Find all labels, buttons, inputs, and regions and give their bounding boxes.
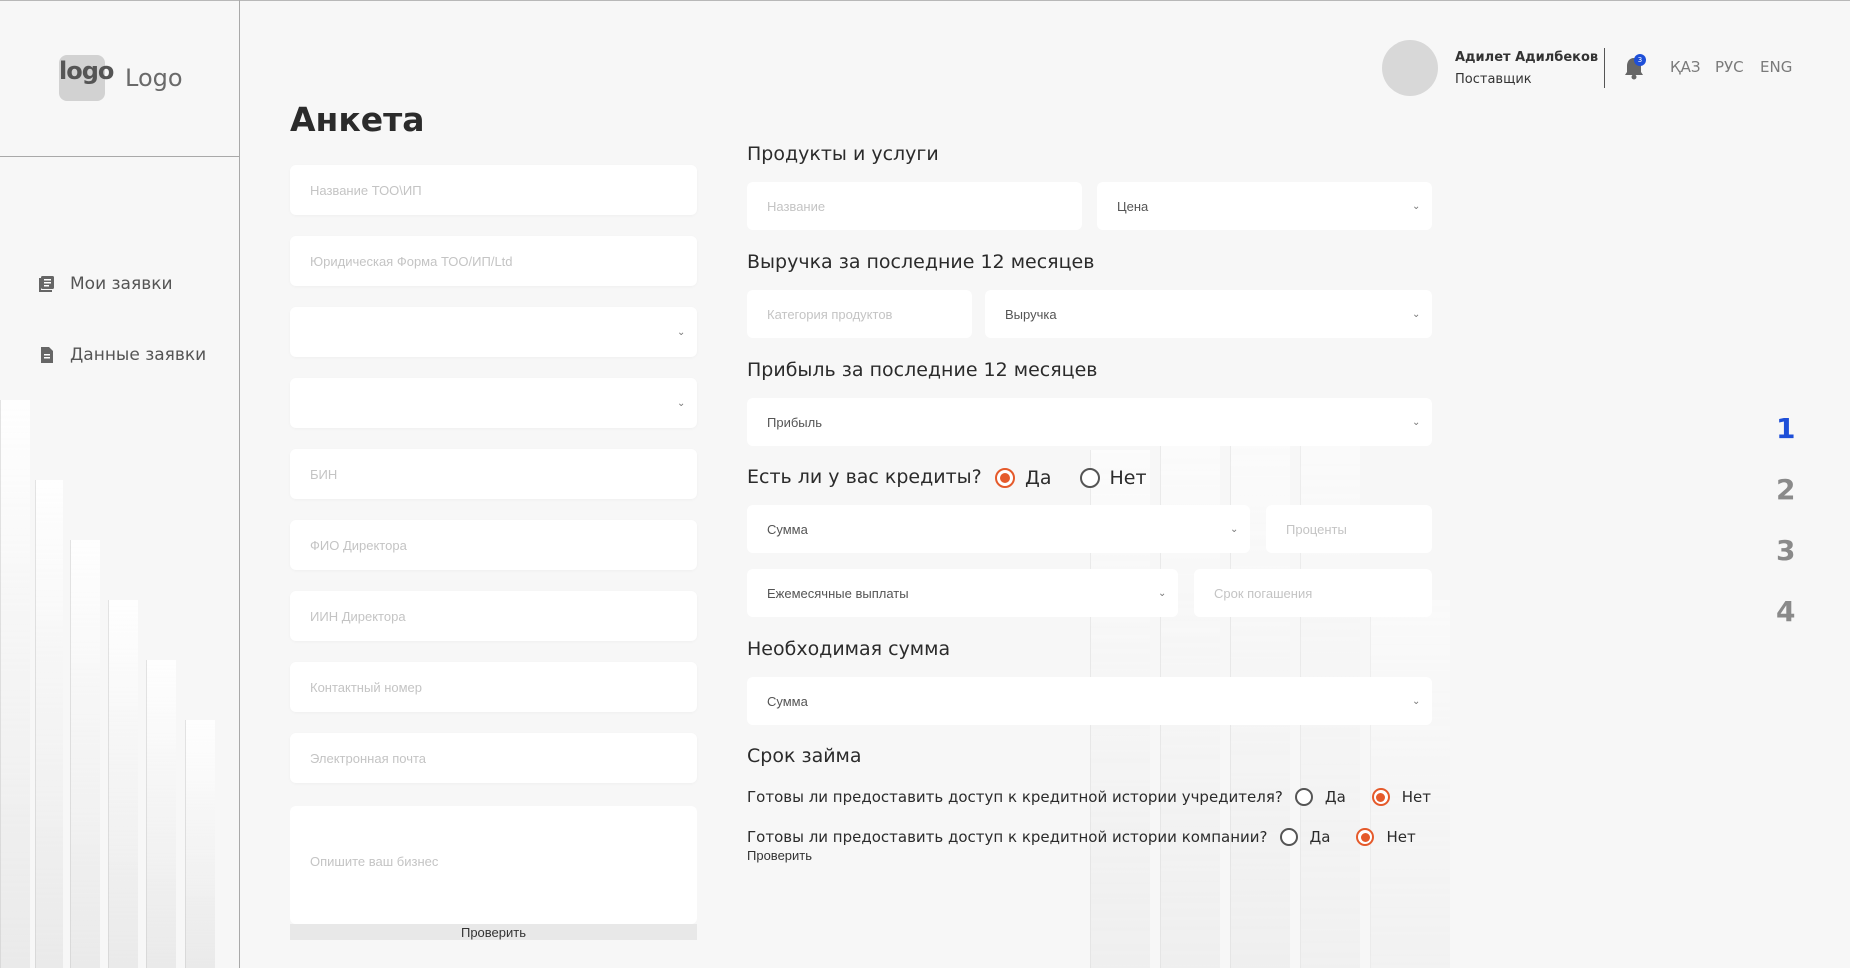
founder-yes-label: Да [1324,788,1346,806]
company-yes-label: Да [1309,828,1331,846]
company-history-question: Готовы ли предоставить доступ к кредитно… [747,828,1430,846]
phone-input[interactable] [310,679,697,695]
step-2[interactable]: 2 [1776,473,1795,506]
chevron-down-icon: ⌄ [1230,524,1239,535]
question-text: Готовы ли предоставить доступ к кредитно… [747,788,1283,806]
select-field-1[interactable]: ⌄ [290,307,697,357]
legal-form-field[interactable] [290,236,697,286]
company-no-radio[interactable] [1356,828,1375,846]
bin-field[interactable] [290,449,697,499]
document-icon [41,347,53,363]
lang-rus[interactable]: РУС [1715,58,1744,76]
chevron-down-icon: ⌄ [677,327,686,338]
revenue-select[interactable]: Выручка ⌄ [985,290,1432,338]
founder-no-radio[interactable] [1371,788,1390,806]
products-title: Продукты и услуги [747,143,939,165]
legal-form-input[interactable] [310,253,697,269]
credits-radio-group: Да Нет [995,467,1165,489]
select-field-2[interactable]: ⌄ [290,378,697,428]
chevron-down-icon: ⌄ [1412,309,1421,320]
sidebar-item-label: Данные заявки [70,345,207,365]
avatar[interactable] [1382,40,1438,96]
required-amount-title: Необходимая сумма [747,638,951,660]
founder-no-label: Нет [1401,788,1432,806]
sidebar: logo Logo Мои заявки Данные заявки [0,0,240,968]
sidebar-item-request-data[interactable]: Данные заявки [38,345,206,365]
credits-yes-radio[interactable] [995,468,1015,488]
bin-input[interactable] [310,466,697,482]
revenue-select-value: Выручка [1005,306,1057,322]
step-1[interactable]: 1 [1776,412,1795,445]
top-border [0,0,1850,1]
logo-mark: logo [59,57,114,85]
repayment-term-input[interactable] [1214,585,1432,601]
question-text: Готовы ли предоставить доступ к кредитно… [747,828,1268,846]
description-field[interactable] [290,806,697,924]
list-icon [39,276,54,292]
check-button-right[interactable]: Проверить [747,848,812,863]
company-name-field[interactable] [290,165,697,215]
revenue-title: Выручка за последние 12 месяцев [747,251,1095,273]
chevron-down-icon: ⌄ [1412,696,1421,707]
logo-icon[interactable]: logo [59,55,114,101]
chevron-down-icon: ⌄ [677,398,686,409]
founder-yes-radio[interactable] [1294,788,1313,806]
email-field[interactable] [290,733,697,783]
profit-select[interactable]: Прибыль ⌄ [747,398,1432,446]
logo-text[interactable]: Logo [125,64,183,92]
page-title: Анкета [290,100,425,139]
monthly-payments-select[interactable]: Ежемесячные выплаты ⌄ [747,569,1178,617]
credits-no-radio[interactable] [1079,468,1100,488]
interest-field[interactable] [1266,505,1432,553]
product-name-field[interactable] [747,182,1082,230]
header-divider [1604,48,1605,88]
credit-amount-select[interactable]: Сумма ⌄ [747,505,1250,553]
sidebar-item-label: Мои заявки [70,274,173,294]
product-category-field[interactable] [747,290,972,338]
director-name-field[interactable] [290,520,697,570]
profit-title: Прибыль за последние 12 месяцев [747,359,1098,381]
step-4[interactable]: 4 [1776,595,1795,628]
chevron-down-icon: ⌄ [1412,417,1421,428]
director-name-input[interactable] [310,537,697,553]
sidebar-item-my-requests[interactable]: Мои заявки [38,274,173,294]
founder-history-question: Готовы ли предоставить доступ к кредитно… [747,788,1445,806]
monthly-payments-value: Ежемесячные выплаты [767,585,909,601]
chevron-down-icon: ⌄ [1412,201,1421,212]
check-button-left[interactable]: Проверить [290,924,697,940]
user-name: Адилет Адилбеков [1455,50,1599,65]
chevron-down-icon: ⌄ [1158,588,1167,599]
price-select-value: Цена [1117,198,1149,214]
price-select[interactable]: Цена ⌄ [1097,182,1432,230]
required-amount-value: Сумма [767,693,808,709]
lang-kaz[interactable]: ҚАЗ [1670,58,1701,76]
notification-badge: 3 [1634,54,1646,66]
user-role: Поставщик [1455,72,1532,87]
credits-no-label: Нет [1109,467,1147,489]
profit-select-value: Прибыль [767,414,822,430]
director-iin-field[interactable] [290,591,697,641]
product-category-input[interactable] [767,306,972,322]
phone-field[interactable] [290,662,697,712]
required-amount-select[interactable]: Сумма ⌄ [747,677,1432,725]
email-input[interactable] [310,750,697,766]
lang-eng[interactable]: ENG [1760,58,1792,76]
interest-input[interactable] [1286,521,1432,537]
credits-yes-label: Да [1025,467,1052,489]
company-no-label: Нет [1386,828,1416,846]
credits-title: Есть ли у вас кредиты? [747,466,982,488]
loan-term-title: Срок займа [747,745,862,767]
description-textarea[interactable] [310,854,677,904]
logo-block: logo Logo [0,0,240,157]
director-iin-input[interactable] [310,608,697,624]
product-name-input[interactable] [767,198,1082,214]
credit-amount-value: Сумма [767,521,808,537]
company-yes-radio[interactable] [1279,828,1298,846]
company-name-input[interactable] [310,182,697,198]
repayment-term-field[interactable] [1194,569,1432,617]
step-3[interactable]: 3 [1776,534,1795,567]
